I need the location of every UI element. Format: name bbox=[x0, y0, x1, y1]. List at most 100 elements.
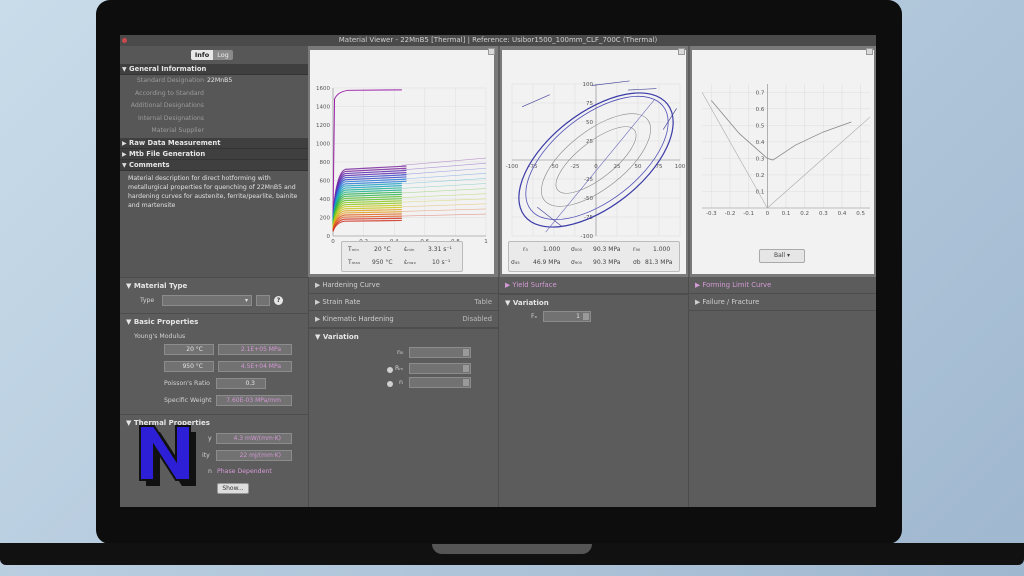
info-row: Material Supplier bbox=[120, 125, 308, 138]
hardening-curve-row[interactable]: ▶ Hardening Curve bbox=[309, 277, 498, 294]
sb-value: 81.3 MPa bbox=[645, 259, 673, 266]
flow-curve-readout: Tₘᵢₙ 20 °C Tₘₐₓ 950 °C ε̇ₘᵢₙ 3.31 s⁻¹ ε̇… bbox=[341, 241, 463, 272]
radio-button[interactable] bbox=[387, 381, 393, 387]
section-title: Basic Properties bbox=[133, 318, 199, 326]
flc-settings-panel: ▶ Forming Limit Curve ▶ Failure / Fractu… bbox=[688, 277, 876, 507]
ball-dropdown[interactable]: Ball ▾ bbox=[759, 249, 805, 263]
chevron-right-icon: ▶ bbox=[122, 150, 127, 158]
type-select[interactable]: ▾ bbox=[162, 295, 252, 306]
forming-limit-curve-row[interactable]: ▶ Forming Limit Curve bbox=[689, 277, 876, 294]
youngs-modulus-label: Young's Modulus bbox=[134, 333, 186, 340]
spinner-icon bbox=[463, 365, 469, 372]
info-row: According to Standard bbox=[120, 88, 308, 101]
spinner-icon bbox=[463, 349, 469, 356]
chevron-right-icon: ▶ bbox=[695, 298, 701, 306]
poisson-label: Poisson's Ratio bbox=[164, 380, 210, 387]
type-label: Type bbox=[140, 297, 155, 304]
section-general-information[interactable]: ▼ General Information bbox=[120, 64, 308, 75]
x-tick-label: -100 bbox=[506, 164, 519, 170]
kinematic-hardening-row[interactable]: ▶ Kinematic Hardening Disabled bbox=[309, 311, 498, 328]
section-title: Variation bbox=[512, 299, 549, 307]
tab-info[interactable]: Info bbox=[191, 50, 213, 60]
strain-rate-row[interactable]: ▶ Strain Rate Table bbox=[309, 294, 498, 311]
y-tick-label: 1000 bbox=[316, 142, 330, 148]
temperature-field[interactable]: 20 °C bbox=[164, 344, 214, 355]
n0-field[interactable] bbox=[409, 347, 471, 358]
flc-line bbox=[711, 100, 852, 161]
chevron-down-icon: ▼ bbox=[126, 419, 132, 427]
window-titlebar: Material Viewer - 22MnB5 [Thermal] | Ref… bbox=[120, 35, 876, 46]
n0-label: n₀ bbox=[397, 349, 404, 356]
fa-field[interactable]: 1 bbox=[543, 311, 591, 322]
r0-value: 1.000 bbox=[543, 246, 561, 253]
help-icon[interactable]: ? bbox=[274, 296, 283, 305]
section-comments[interactable]: ▼ Comments bbox=[120, 159, 308, 171]
conductivity-field[interactable]: 4.3 mW/(mm·K) bbox=[216, 433, 292, 444]
row-label: Hardening Curve bbox=[322, 281, 380, 289]
y-tick-label: 0 bbox=[327, 234, 331, 240]
y-tick-label: 0.6 bbox=[756, 107, 765, 113]
flow-curve-line bbox=[332, 89, 402, 218]
show-button[interactable]: Show... bbox=[217, 483, 249, 494]
tangent-segment bbox=[521, 94, 550, 108]
s45-label: σ₄₅ bbox=[511, 259, 520, 266]
x-tick-label: -25 bbox=[571, 164, 580, 170]
phase-dependent-link[interactable]: Phase Dependent bbox=[217, 468, 272, 475]
y-tick-label: 800 bbox=[320, 160, 331, 166]
rm-field[interactable] bbox=[409, 363, 471, 374]
radio-button[interactable] bbox=[387, 367, 393, 373]
yield-surface-readout: r₀ 1.000 σ₀₀₀ 90.3 MPa r₉₀ 1.000 σ₄₅ 46.… bbox=[508, 241, 680, 272]
rate-min-label: ε̇ₘᵢₙ bbox=[404, 246, 415, 253]
section-material-type[interactable]: ▼ Material Type bbox=[120, 277, 308, 293]
comment-line: metallurgical properties for quenching o… bbox=[128, 183, 296, 191]
tab-log[interactable]: Log bbox=[213, 50, 233, 60]
y-tick-label: 0.4 bbox=[756, 140, 765, 146]
section-variation[interactable]: ▼ Variation bbox=[309, 328, 498, 344]
chevron-down-icon: ▼ bbox=[122, 161, 127, 169]
section-title: General Information bbox=[129, 65, 207, 73]
section-title: Comments bbox=[129, 160, 170, 169]
weight-field[interactable]: 7.60E-03 MPa/mm bbox=[216, 395, 292, 406]
row-label: Yield Surface bbox=[512, 281, 557, 289]
phase-label: n bbox=[208, 468, 212, 475]
chevron-down-icon: ▼ bbox=[122, 66, 127, 73]
flow-curve-extension bbox=[401, 203, 487, 208]
tmin-label: Tₘᵢₙ bbox=[348, 246, 359, 253]
info-row: Additional Designations bbox=[120, 100, 308, 113]
flow-curve-extension bbox=[401, 183, 487, 189]
poisson-field[interactable]: 0.3 bbox=[216, 378, 266, 389]
chevron-down-icon: ▾ bbox=[787, 252, 791, 259]
flc-chart: -0.3 -0.2 -0.1 0 0.1 0.2 0.3 0.4 0.5 0.7 0.6 0.5 0.4… bbox=[701, 84, 871, 217]
info-tabbar: Info Log bbox=[120, 46, 308, 64]
section-mtb-file[interactable]: ▶ Mtb File Generation bbox=[120, 148, 308, 160]
n-field[interactable] bbox=[409, 377, 471, 388]
fa-value: 1 bbox=[576, 313, 580, 320]
capacity-field[interactable]: 22 mJ/(mm·K) bbox=[216, 450, 292, 461]
modulus-field[interactable]: 4.5E+04 MPa bbox=[218, 361, 292, 372]
x-tick-label: -50 bbox=[550, 164, 559, 170]
sb-label: σb bbox=[633, 259, 641, 266]
spinner-icon bbox=[463, 379, 469, 386]
flow-curve-panel: 1600140012001000800600400200000.20.40.60… bbox=[308, 46, 498, 277]
info-row: Internal Designations bbox=[120, 113, 308, 126]
window-title: Material Viewer - 22MnB5 [Thermal] | Ref… bbox=[338, 36, 658, 44]
r90-label: r₉₀ bbox=[633, 246, 641, 253]
section-raw-data[interactable]: ▶ Raw Data Measurement bbox=[120, 137, 308, 149]
section-variation[interactable]: ▼ Variation bbox=[499, 294, 688, 310]
y-tick-label: 1600 bbox=[316, 86, 330, 92]
x-tick-label: 0 bbox=[331, 239, 335, 245]
x-tick-label: 0 bbox=[766, 211, 770, 217]
failure-fracture-row[interactable]: ▶ Failure / Fracture bbox=[689, 294, 876, 311]
yield-surface-row[interactable]: ▶ Yield Surface bbox=[499, 277, 688, 294]
chevron-down-icon: ▾ bbox=[244, 297, 248, 304]
temperature-field[interactable]: 950 °C bbox=[164, 361, 214, 372]
modulus-field[interactable]: 2.1E+05 MPa bbox=[218, 344, 292, 355]
flow-curve-extension bbox=[401, 208, 487, 212]
flow-curve-line bbox=[332, 219, 402, 232]
section-basic-properties[interactable]: ▼ Basic Properties bbox=[120, 313, 308, 329]
flow-curve-extension bbox=[401, 213, 487, 217]
tmax-value: 950 °C bbox=[372, 259, 393, 266]
edit-type-button[interactable] bbox=[256, 295, 270, 306]
comment-line: and martensite bbox=[128, 201, 176, 209]
rate-max-value: 10 s⁻¹ bbox=[432, 259, 451, 266]
